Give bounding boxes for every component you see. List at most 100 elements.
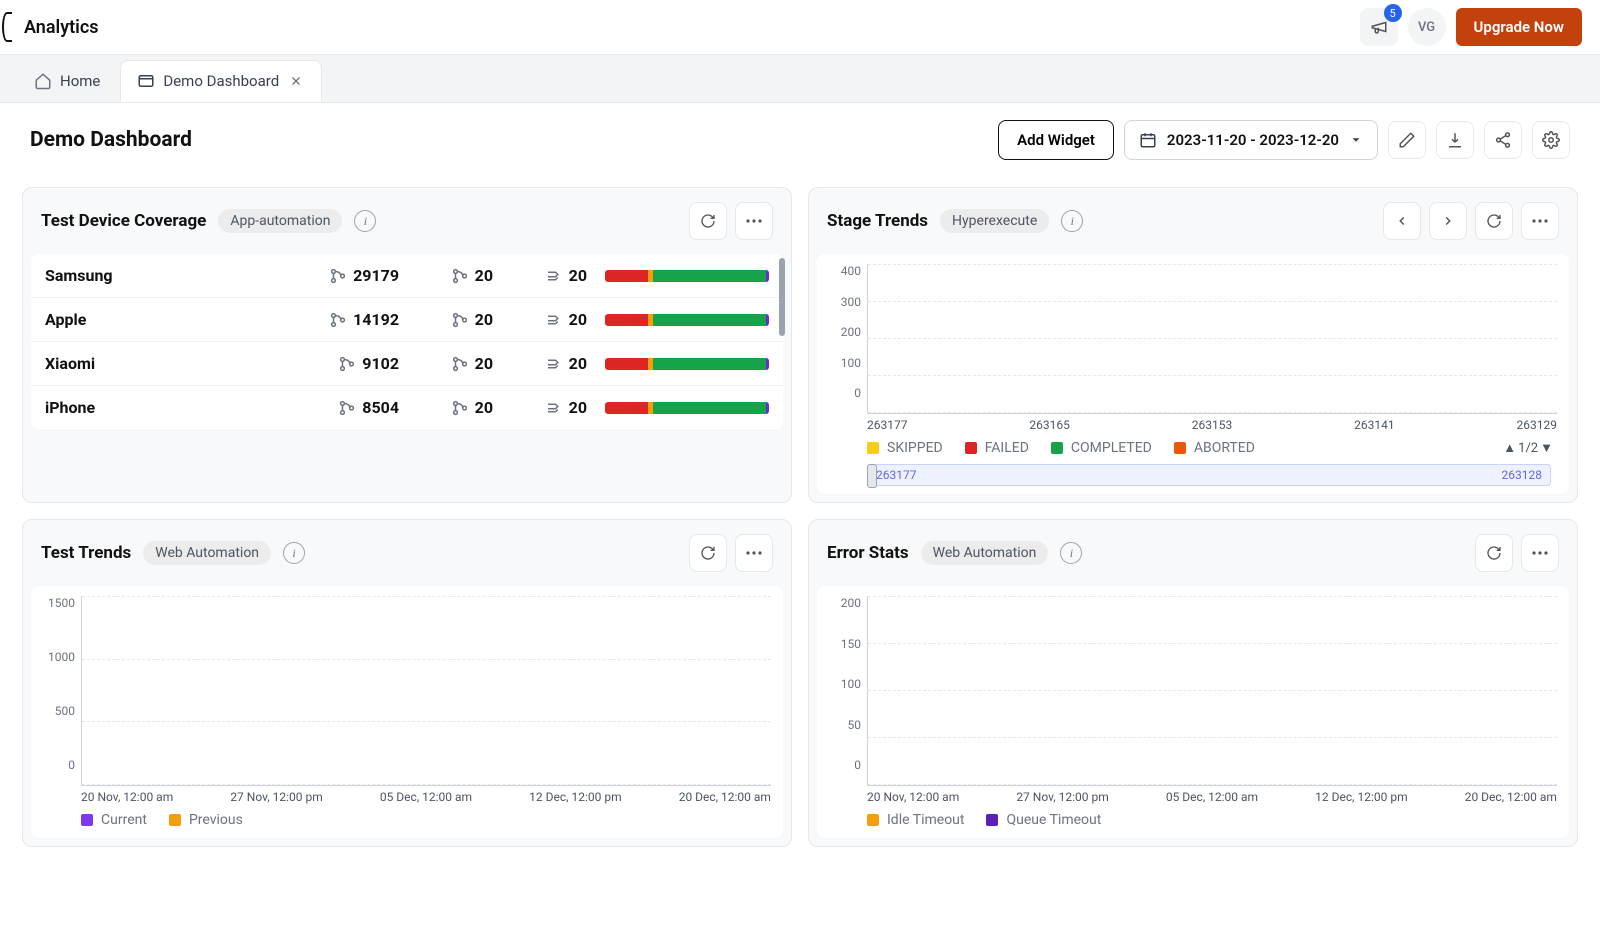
home-icon (34, 72, 52, 90)
device-name: Xiaomi (45, 354, 285, 373)
topbar-right: 5 VG Upgrade Now (1360, 8, 1582, 46)
metric-c: 20 (497, 266, 587, 285)
info-icon[interactable]: i (354, 210, 376, 232)
legend-idle: Idle Timeout (887, 812, 964, 828)
dashboard-icon (137, 72, 155, 90)
legend-failed: FAILED (985, 440, 1029, 456)
coverage-bar (605, 314, 769, 326)
add-widget-button[interactable]: Add Widget (998, 120, 1114, 160)
more-icon (1532, 551, 1548, 555)
widget-tag: Hyperexecute (940, 209, 1049, 233)
page-title: Analytics (24, 17, 99, 38)
range-slider[interactable]: 263177 263128 (867, 464, 1551, 486)
more-button[interactable] (735, 202, 773, 240)
legend-previous: Previous (189, 812, 243, 828)
metric-b: 20 (403, 354, 493, 373)
metric-b: 20 (403, 310, 493, 329)
legend-queue: Queue Timeout (1006, 812, 1101, 828)
refresh-button[interactable] (1475, 202, 1513, 240)
toolbar-right: Add Widget 2023-11-20 - 2023-12-20 (998, 120, 1570, 160)
slider-handle-icon[interactable] (867, 464, 877, 488)
legend-current: Current (101, 812, 147, 828)
metric-c: 20 (497, 354, 587, 373)
table-row[interactable]: iPhone85042020 (31, 386, 783, 429)
refresh-icon (700, 545, 716, 561)
announcements-button[interactable]: 5 (1360, 8, 1398, 46)
metric-a: 9102 (289, 354, 399, 373)
widget-title: Error Stats (827, 543, 909, 563)
tab-home[interactable]: Home (18, 60, 116, 102)
widget-tag: Web Automation (143, 541, 271, 565)
gear-icon (1542, 131, 1560, 149)
coverage-bar (605, 358, 769, 370)
tab-dashboard[interactable]: Demo Dashboard (120, 60, 322, 102)
tab-home-label: Home (60, 72, 100, 90)
metric-a: 14192 (289, 310, 399, 329)
metric-a: 29179 (289, 266, 399, 285)
stage-chart: 4003002001000 26317726316526315326314126… (817, 254, 1569, 494)
settings-button[interactable] (1532, 121, 1570, 159)
date-range-label: 2023-11-20 - 2023-12-20 (1167, 131, 1339, 149)
metric-c: 20 (497, 310, 587, 329)
more-button[interactable] (1521, 202, 1559, 240)
info-icon[interactable]: i (1060, 542, 1082, 564)
prev-button[interactable] (1383, 202, 1421, 240)
table-row[interactable]: Apple141922020 (31, 298, 783, 342)
metric-c: 20 (497, 398, 587, 417)
info-icon[interactable]: i (283, 542, 305, 564)
upgrade-button[interactable]: Upgrade Now (1456, 8, 1582, 46)
info-icon[interactable]: i (1061, 210, 1083, 232)
refresh-button[interactable] (689, 534, 727, 572)
chevron-right-icon (1441, 214, 1455, 228)
refresh-button[interactable] (689, 202, 727, 240)
share-button[interactable] (1484, 121, 1522, 159)
widget-test-trends: Test Trends Web Automation i 15001000500… (22, 519, 792, 847)
download-button[interactable] (1436, 121, 1474, 159)
dashboard-title: Demo Dashboard (30, 128, 192, 152)
more-icon (746, 219, 762, 223)
pencil-icon (1398, 131, 1416, 149)
dashboard-toolbar: Demo Dashboard Add Widget 2023-11-20 - 2… (0, 103, 1600, 177)
widget-title: Test Trends (41, 543, 131, 563)
close-tab-icon[interactable] (287, 72, 305, 90)
notification-badge: 5 (1384, 4, 1402, 22)
more-icon (1532, 219, 1548, 223)
table-row[interactable]: Samsung291792020 (31, 254, 783, 298)
widget-stage-trends: Stage Trends Hyperexecute i 400300200100… (808, 187, 1578, 503)
more-button[interactable] (1521, 534, 1559, 572)
share-icon (1494, 131, 1512, 149)
megaphone-icon (1370, 18, 1388, 36)
device-name: iPhone (45, 398, 285, 417)
coverage-bar (605, 402, 769, 414)
error-stats-chart: 200150100500 20 Nov, 12:00 am27 Nov, 12:… (817, 586, 1569, 838)
collapse-handle-icon[interactable] (2, 12, 12, 42)
legend-aborted: ABORTED (1194, 440, 1255, 456)
legend-skipped: SKIPPED (887, 440, 943, 456)
chevron-left-icon (1395, 214, 1409, 228)
metric-b: 20 (403, 398, 493, 417)
widget-title: Stage Trends (827, 211, 928, 231)
refresh-icon (1486, 545, 1502, 561)
table-row[interactable]: Xiaomi91022020 (31, 342, 783, 386)
chart-pager[interactable]: ▲1/2▼ (1503, 440, 1553, 456)
metric-b: 20 (403, 266, 493, 285)
edit-button[interactable] (1388, 121, 1426, 159)
coverage-table: Samsung291792020Apple141922020Xiaomi9102… (31, 254, 783, 429)
widget-test-device-coverage: Test Device Coverage App-automation i Sa… (22, 187, 792, 503)
metric-a: 8504 (289, 398, 399, 417)
coverage-bar (605, 270, 769, 282)
next-button[interactable] (1429, 202, 1467, 240)
date-range-picker[interactable]: 2023-11-20 - 2023-12-20 (1124, 120, 1378, 160)
chevron-down-icon (1349, 133, 1363, 147)
refresh-button[interactable] (1475, 534, 1513, 572)
scrollbar[interactable] (779, 258, 785, 336)
more-button[interactable] (735, 534, 773, 572)
download-icon (1446, 131, 1464, 149)
tabstrip: Home Demo Dashboard (0, 55, 1600, 103)
device-name: Samsung (45, 266, 285, 285)
refresh-icon (1486, 213, 1502, 229)
user-avatar[interactable]: VG (1408, 8, 1446, 46)
widget-tag: Web Automation (921, 541, 1049, 565)
widget-tag: App-automation (218, 209, 342, 233)
tab-dashboard-label: Demo Dashboard (163, 72, 279, 90)
